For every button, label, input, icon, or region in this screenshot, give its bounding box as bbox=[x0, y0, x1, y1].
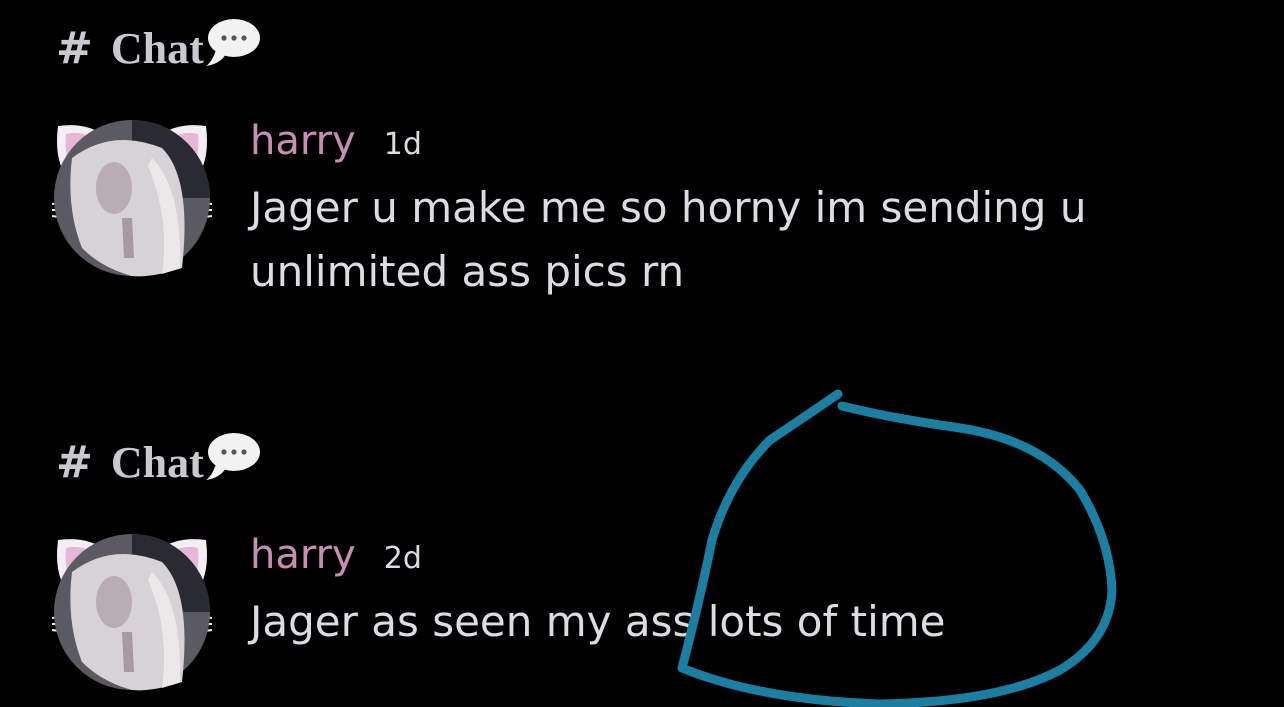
timestamp: 1d bbox=[383, 127, 422, 162]
message-text: Jager as seen my ass lots of time bbox=[250, 590, 1190, 654]
username[interactable]: harry bbox=[250, 532, 356, 578]
channel-header[interactable]: # Chat bbox=[56, 432, 262, 492]
speech-bubble-icon bbox=[205, 19, 260, 66]
hash-icon: # bbox=[56, 22, 93, 74]
hash-icon: # bbox=[56, 436, 93, 488]
avatar[interactable] bbox=[52, 532, 212, 692]
message-text: Jager u make me so horny im sending u un… bbox=[250, 176, 1190, 304]
message-line: Jager as seen my ass lots of time bbox=[250, 597, 946, 646]
speech-bubble-icon bbox=[205, 433, 260, 480]
timestamp: 2d bbox=[383, 541, 422, 576]
message-meta: harry 2d bbox=[250, 532, 1190, 592]
avatar[interactable] bbox=[52, 118, 212, 278]
message-meta: harry 1d bbox=[250, 118, 1190, 178]
message-body: harry 2d Jager as seen my ass lots of ti… bbox=[250, 532, 1190, 654]
username[interactable]: harry bbox=[250, 118, 356, 164]
channel-name[interactable]: Chat bbox=[111, 437, 204, 488]
channel-header[interactable]: # Chat bbox=[56, 18, 262, 78]
message-line: Jager u make me so horny im sending u bbox=[250, 183, 1087, 232]
channel-name[interactable]: Chat bbox=[111, 23, 204, 74]
message-body: harry 1d Jager u make me so horny im sen… bbox=[250, 118, 1190, 304]
message-line: unlimited ass pics rn bbox=[250, 247, 685, 296]
